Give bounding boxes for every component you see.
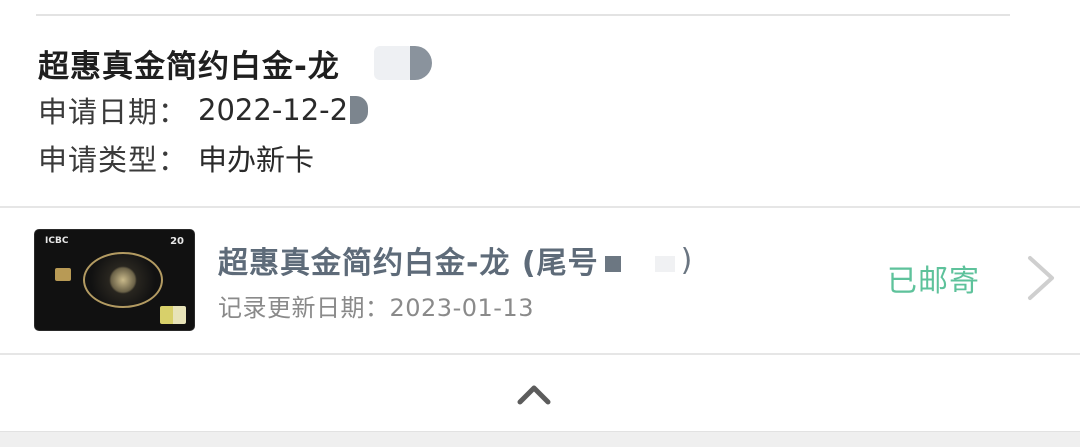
card-name-close: ) [680, 242, 694, 278]
card-record-row[interactable]: ICBC 20 超惠真金简约白金-龙 (尾号 ) 记录更新日期：2023-01-… [0, 208, 1080, 353]
record-update-date: 记录更新日期：2023-01-13 [218, 294, 534, 322]
card-badge: 20 [170, 236, 184, 247]
redaction-mark [350, 96, 369, 124]
chevron-up-icon[interactable] [516, 382, 552, 406]
dragon-emblem [83, 252, 163, 308]
top-divider [36, 14, 1010, 16]
application-type-value: 申办新卡 [198, 143, 315, 177]
bottom-band [0, 431, 1080, 447]
application-type-label: 申请类型： [38, 143, 189, 177]
application-title: 超惠真金简约白金-龙 [38, 48, 340, 85]
card-name-text: 超惠真金简约白金-龙 (尾号 [218, 246, 599, 281]
card-image: ICBC 20 [35, 230, 194, 330]
bank-logo: ICBC [45, 236, 69, 246]
status-badge: 已邮寄 [887, 264, 980, 299]
card-name: 超惠真金简约白金-龙 (尾号 ) [218, 238, 693, 282]
collapse-toggle[interactable] [0, 355, 1080, 431]
application-type-line: 申请类型： 申办新卡 [38, 134, 1038, 182]
unionpay-logo [160, 306, 186, 324]
redaction-mark [373, 44, 432, 82]
chevron-right-icon[interactable] [1022, 254, 1058, 302]
application-title-row: 超惠真金简约白金-龙 [38, 40, 1038, 86]
application-progress-page: 超惠真金简约白金-龙 申请日期： 2022-12-2 申请类型： 申办新卡 IC… [0, 0, 1080, 447]
application-info: 超惠真金简约白金-龙 申请日期： 2022-12-2 申请类型： 申办新卡 [38, 40, 1038, 182]
redaction-mark: ) [604, 242, 694, 278]
application-date-label: 申请日期： [38, 95, 189, 129]
card-chip [55, 268, 71, 281]
application-date-line: 申请日期： 2022-12-2 [38, 86, 1038, 134]
application-date-value: 2022-12-2 [198, 93, 349, 127]
